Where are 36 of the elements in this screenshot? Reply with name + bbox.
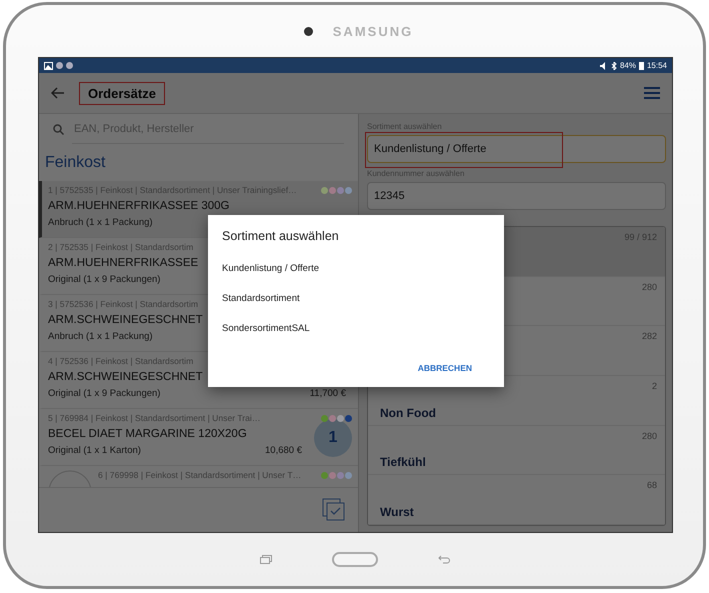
battery-percent: 84% <box>620 61 636 70</box>
packaging-text: Original (1 x 9 Packungen) <box>48 274 160 285</box>
packaging-text: Original (1 x 1 Karton) <box>48 445 141 456</box>
product-name: ARM.HUEHNERFRIKASSEE <box>48 257 198 269</box>
packaging-text: Anbruch (1 x 1 Packung) <box>48 217 153 228</box>
cancel-button[interactable]: ABBRECHEN <box>414 359 476 377</box>
camera-lens <box>304 26 313 36</box>
image-icon <box>44 62 53 70</box>
menu-button[interactable] <box>644 87 660 99</box>
packaging-text: Original (1 x 9 Packungen) <box>48 388 160 399</box>
product-name: ARM.SCHWEINEGESCHNET <box>48 314 203 326</box>
battery-icon <box>638 62 644 70</box>
product-name: ARM.SCHWEINEGESCHNET <box>48 371 203 383</box>
clock: 15:54 <box>646 61 667 70</box>
back-icon[interactable] <box>438 555 450 564</box>
brand-logo: SAMSUNG <box>332 24 414 38</box>
bluetooth-icon <box>610 62 617 70</box>
dialog-option[interactable]: Kundenlistung / Offerte <box>222 253 319 283</box>
product-name: BECEL DIAET MARGARINE 120X20G <box>48 428 247 440</box>
search-icon <box>53 124 64 134</box>
packaging-text: Anbruch (1 x 1 Packung) <box>48 331 153 342</box>
product-name: ARM.HUEHNERFRIKASSEE 300G <box>48 200 230 212</box>
recent-apps-icon[interactable] <box>260 555 272 564</box>
dialog-option[interactable]: SondersortimentSAL <box>222 313 310 343</box>
section-heading: Feinkost <box>44 152 106 172</box>
customer-field[interactable]: 12345 <box>367 182 666 210</box>
back-button[interactable] <box>51 87 65 99</box>
app-title: Ordersätze <box>79 82 165 104</box>
price: 11,700 € <box>310 388 346 399</box>
mute-icon <box>600 62 608 70</box>
sortiment-field[interactable]: Kundenlistung / Offerte <box>367 135 666 163</box>
quantity-badge: 1 <box>314 419 352 457</box>
home-button[interactable] <box>332 552 378 567</box>
price: 10,680 € <box>265 445 302 456</box>
checklist-button[interactable] <box>322 498 346 522</box>
category-item[interactable]: 280 Tiefkühl <box>368 426 665 476</box>
